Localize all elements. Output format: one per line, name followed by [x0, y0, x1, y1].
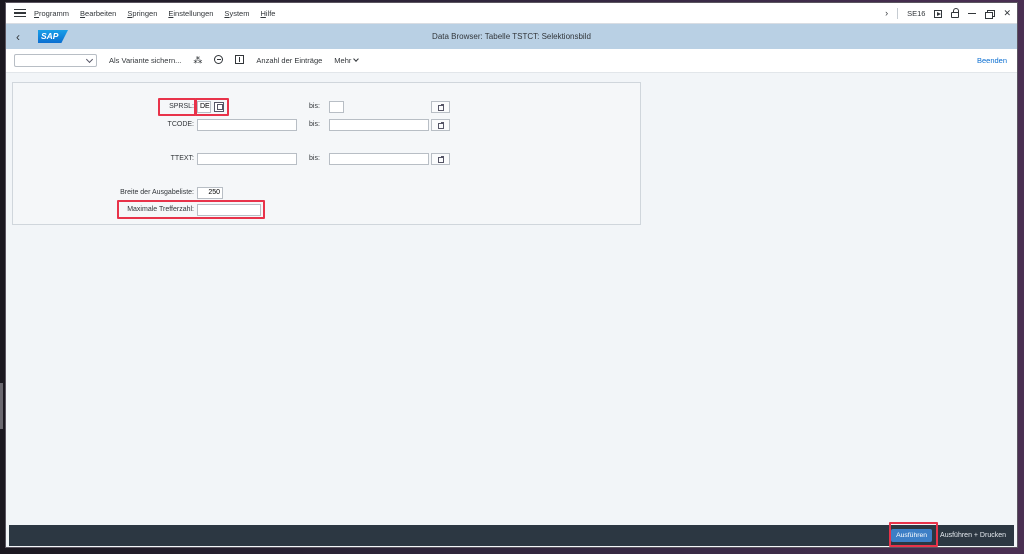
lock-icon[interactable] — [951, 8, 960, 18]
menu-bearbeiten[interactable]: Bearbeiten — [80, 9, 116, 18]
chevron-down-icon — [353, 56, 360, 62]
menu-hilfe[interactable]: Hilfe — [260, 9, 275, 18]
menu-springen[interactable]: Springen — [127, 9, 157, 18]
output-width-input[interactable]: 250 — [197, 187, 223, 199]
sprsl-input[interactable]: DE — [197, 101, 211, 113]
exit-button[interactable]: Beenden — [977, 56, 1007, 65]
tcode-to-label: bis: — [309, 121, 320, 128]
application-toolbar: Als Variante sichern... ⁂ Anzahl der Ein… — [6, 49, 1017, 73]
ttext-label: TTEXT: — [170, 155, 194, 162]
multiple-selection-icon[interactable]: ⁂ — [193, 55, 202, 66]
selection-screen-panel: SPRSL: DE bis: TCODE: bis: TTEXT: bis: B… — [12, 82, 641, 225]
title-bar: ‹ SAP Data Browser: Tabelle TSTCT: Selek… — [6, 24, 1017, 49]
hamburger-menu-icon[interactable] — [14, 9, 26, 17]
menu-einstellungen[interactable]: Einstellungen — [168, 9, 213, 18]
count-entries-button[interactable]: Anzahl der Einträge — [256, 56, 322, 65]
play-icon[interactable] — [934, 9, 943, 18]
execute-button[interactable]: Ausführen — [891, 529, 933, 542]
ttext-to-label: bis: — [309, 155, 320, 162]
max-hits-input[interactable] — [197, 204, 261, 216]
sprsl-to-input[interactable] — [329, 101, 344, 113]
close-icon[interactable]: ✕ — [1003, 9, 1011, 18]
sap-gui-window: Programm Bearbeiten Springen Einstellung… — [5, 2, 1018, 548]
save-as-variant-button[interactable]: Als Variante sichern... — [109, 56, 181, 65]
chevron-right-icon[interactable]: › — [885, 9, 888, 18]
minimize-icon[interactable] — [968, 12, 977, 15]
menubar-separator — [897, 8, 899, 19]
more-label: Mehr — [334, 56, 352, 65]
delete-entries-icon[interactable] — [214, 55, 224, 66]
left-edge-marker — [0, 383, 3, 429]
menubar-right-controls: › SE16 ✕ — [885, 3, 1011, 24]
ttext-to-input[interactable] — [329, 153, 429, 165]
menu-bar: Programm Bearbeiten Springen Einstellung… — [6, 3, 1017, 24]
tcode-multiple-selection-icon[interactable] — [431, 119, 450, 131]
output-width-label: Breite der Ausgabeliste: — [120, 189, 194, 196]
tcode-to-input[interactable] — [329, 119, 429, 131]
sap-logo: SAP — [38, 30, 68, 43]
sprsl-to-label: bis: — [309, 103, 320, 110]
execute-print-button[interactable]: Ausführen + Drucken — [940, 532, 1006, 539]
menu-programm[interactable]: Programm — [34, 9, 69, 18]
sprsl-multiple-selection-icon[interactable] — [431, 101, 450, 113]
page-title: Data Browser: Tabelle TSTCT: Selektionsb… — [432, 32, 591, 41]
menu-system[interactable]: System — [224, 9, 249, 18]
info-icon[interactable] — [235, 55, 245, 66]
chevron-down-icon — [85, 55, 94, 64]
sprsl-multiselect-icon[interactable] — [214, 102, 224, 112]
variant-dropdown[interactable] — [14, 54, 97, 67]
more-menu-button[interactable]: Mehr — [334, 56, 360, 65]
tcode-input[interactable] — [197, 119, 297, 131]
tcode-label: TCODE: — [167, 121, 194, 128]
restore-icon[interactable] — [985, 9, 996, 19]
ttext-input[interactable] — [197, 153, 297, 165]
sprsl-label: SPRSL: — [169, 103, 194, 110]
ttext-multiple-selection-icon[interactable] — [431, 153, 450, 165]
footer-bar: Ausführen Ausführen + Drucken — [9, 525, 1014, 546]
back-arrow-icon[interactable]: ‹ — [16, 30, 30, 44]
transaction-code: SE16 — [907, 9, 926, 18]
max-hits-label: Maximale Trefferzahl: — [127, 206, 194, 213]
